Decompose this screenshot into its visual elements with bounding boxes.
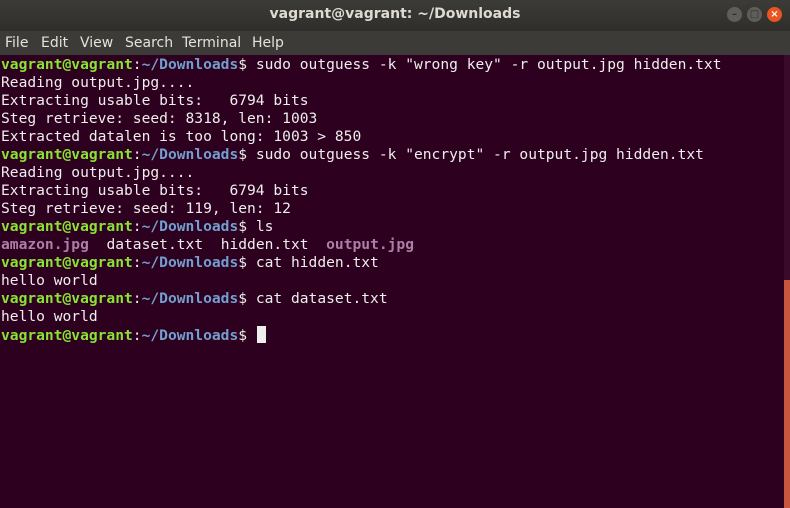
output-line: Reading output.jpg.... bbox=[1, 74, 195, 91]
prompt-colon: : bbox=[132, 56, 142, 73]
command-text: cat dataset.txt bbox=[255, 290, 388, 307]
output-line: Extracted datalen is too long: 1003 > 85… bbox=[1, 128, 362, 145]
output-line: Extracting usable bits: 6794 bits bbox=[1, 182, 309, 199]
prompt-user: vagrant@vagrant bbox=[1, 56, 133, 73]
prompt-dollar: $ bbox=[238, 290, 256, 307]
menu-search[interactable]: Search bbox=[125, 35, 173, 51]
maximize-icon[interactable]: □ bbox=[747, 7, 762, 22]
prompt-user: vagrant@vagrant bbox=[1, 146, 133, 163]
prompt-dollar: $ bbox=[238, 327, 256, 344]
command-text: sudo outguess -k "encrypt" -r output.jpg… bbox=[255, 146, 704, 163]
file-entry: output.jpg bbox=[326, 236, 415, 253]
prompt-dollar: $ bbox=[238, 146, 256, 163]
prompt-user: vagrant@vagrant bbox=[1, 290, 133, 307]
prompt-path: ~/Downloads bbox=[141, 290, 239, 307]
prompt-path: ~/Downloads bbox=[141, 146, 239, 163]
minimize-icon[interactable]: – bbox=[727, 7, 742, 22]
file-entry: amazon.jpg bbox=[1, 236, 89, 253]
prompt-path: ~/Downloads bbox=[141, 327, 239, 344]
command-text: ls bbox=[255, 218, 274, 235]
command-text: sudo outguess -k "wrong key" -r output.j… bbox=[255, 56, 722, 73]
prompt-user: vagrant@vagrant bbox=[1, 218, 133, 235]
menu-view[interactable]: View bbox=[80, 35, 113, 51]
command-line: vagrant@vagrant:~/Downloads$ sudo outgue… bbox=[1, 56, 722, 74]
menu-file[interactable]: File bbox=[5, 35, 28, 51]
command-line: vagrant@vagrant:~/Downloads$ cat dataset… bbox=[1, 290, 388, 308]
prompt-user: vagrant@vagrant bbox=[1, 327, 133, 344]
prompt-dollar: $ bbox=[238, 56, 256, 73]
file-entry: dataset.txt bbox=[106, 236, 204, 253]
command-line: vagrant@vagrant:~/Downloads$ cat hidden.… bbox=[1, 254, 379, 272]
command-line: vagrant@vagrant:~/Downloads$ sudo outgue… bbox=[1, 146, 704, 164]
close-icon[interactable]: × bbox=[767, 7, 782, 22]
output-line: Steg retrieve: seed: 8318, len: 1003 bbox=[1, 110, 318, 127]
prompt-path: ~/Downloads bbox=[141, 254, 239, 271]
prompt-colon: : bbox=[132, 146, 142, 163]
menu-bar: File Edit View Search Terminal Help bbox=[0, 31, 790, 55]
prompt-path: ~/Downloads bbox=[141, 56, 239, 73]
prompt-dollar: $ bbox=[238, 218, 256, 235]
prompt-colon: : bbox=[132, 290, 142, 307]
scrollbar-thumb[interactable] bbox=[784, 280, 790, 508]
menu-help[interactable]: Help bbox=[252, 35, 284, 51]
menu-terminal[interactable]: Terminal bbox=[182, 35, 241, 51]
command-line[interactable]: vagrant@vagrant:~/Downloads$ bbox=[1, 326, 266, 344]
terminal-output[interactable]: vagrant@vagrant:~/Downloads$ sudo outgue… bbox=[0, 55, 784, 508]
file-entry: hidden.txt bbox=[220, 236, 309, 253]
output-line: Extracting usable bits: 6794 bits bbox=[1, 92, 309, 109]
prompt-colon: : bbox=[132, 218, 142, 235]
title-bar[interactable]: vagrant@vagrant: ~/Downloads – □ × bbox=[0, 0, 790, 32]
output-line: hello world bbox=[1, 308, 98, 325]
prompt-dollar: $ bbox=[238, 254, 256, 271]
window-title: vagrant@vagrant: ~/Downloads bbox=[269, 6, 521, 22]
prompt-colon: : bbox=[132, 327, 142, 344]
command-text: cat hidden.txt bbox=[255, 254, 379, 271]
ls-output-line: amazon.jpg dataset.txt hidden.txt output… bbox=[1, 236, 414, 254]
prompt-user: vagrant@vagrant bbox=[1, 254, 133, 271]
output-line: hello world bbox=[1, 272, 98, 289]
output-line: Steg retrieve: seed: 119, len: 12 bbox=[1, 200, 291, 217]
scrollbar[interactable] bbox=[784, 55, 790, 508]
menu-edit[interactable]: Edit bbox=[41, 35, 68, 51]
prompt-path: ~/Downloads bbox=[141, 218, 239, 235]
output-line: Reading output.jpg.... bbox=[1, 164, 195, 181]
text-cursor bbox=[256, 326, 266, 343]
prompt-colon: : bbox=[132, 254, 142, 271]
command-line: vagrant@vagrant:~/Downloads$ ls bbox=[1, 218, 273, 236]
